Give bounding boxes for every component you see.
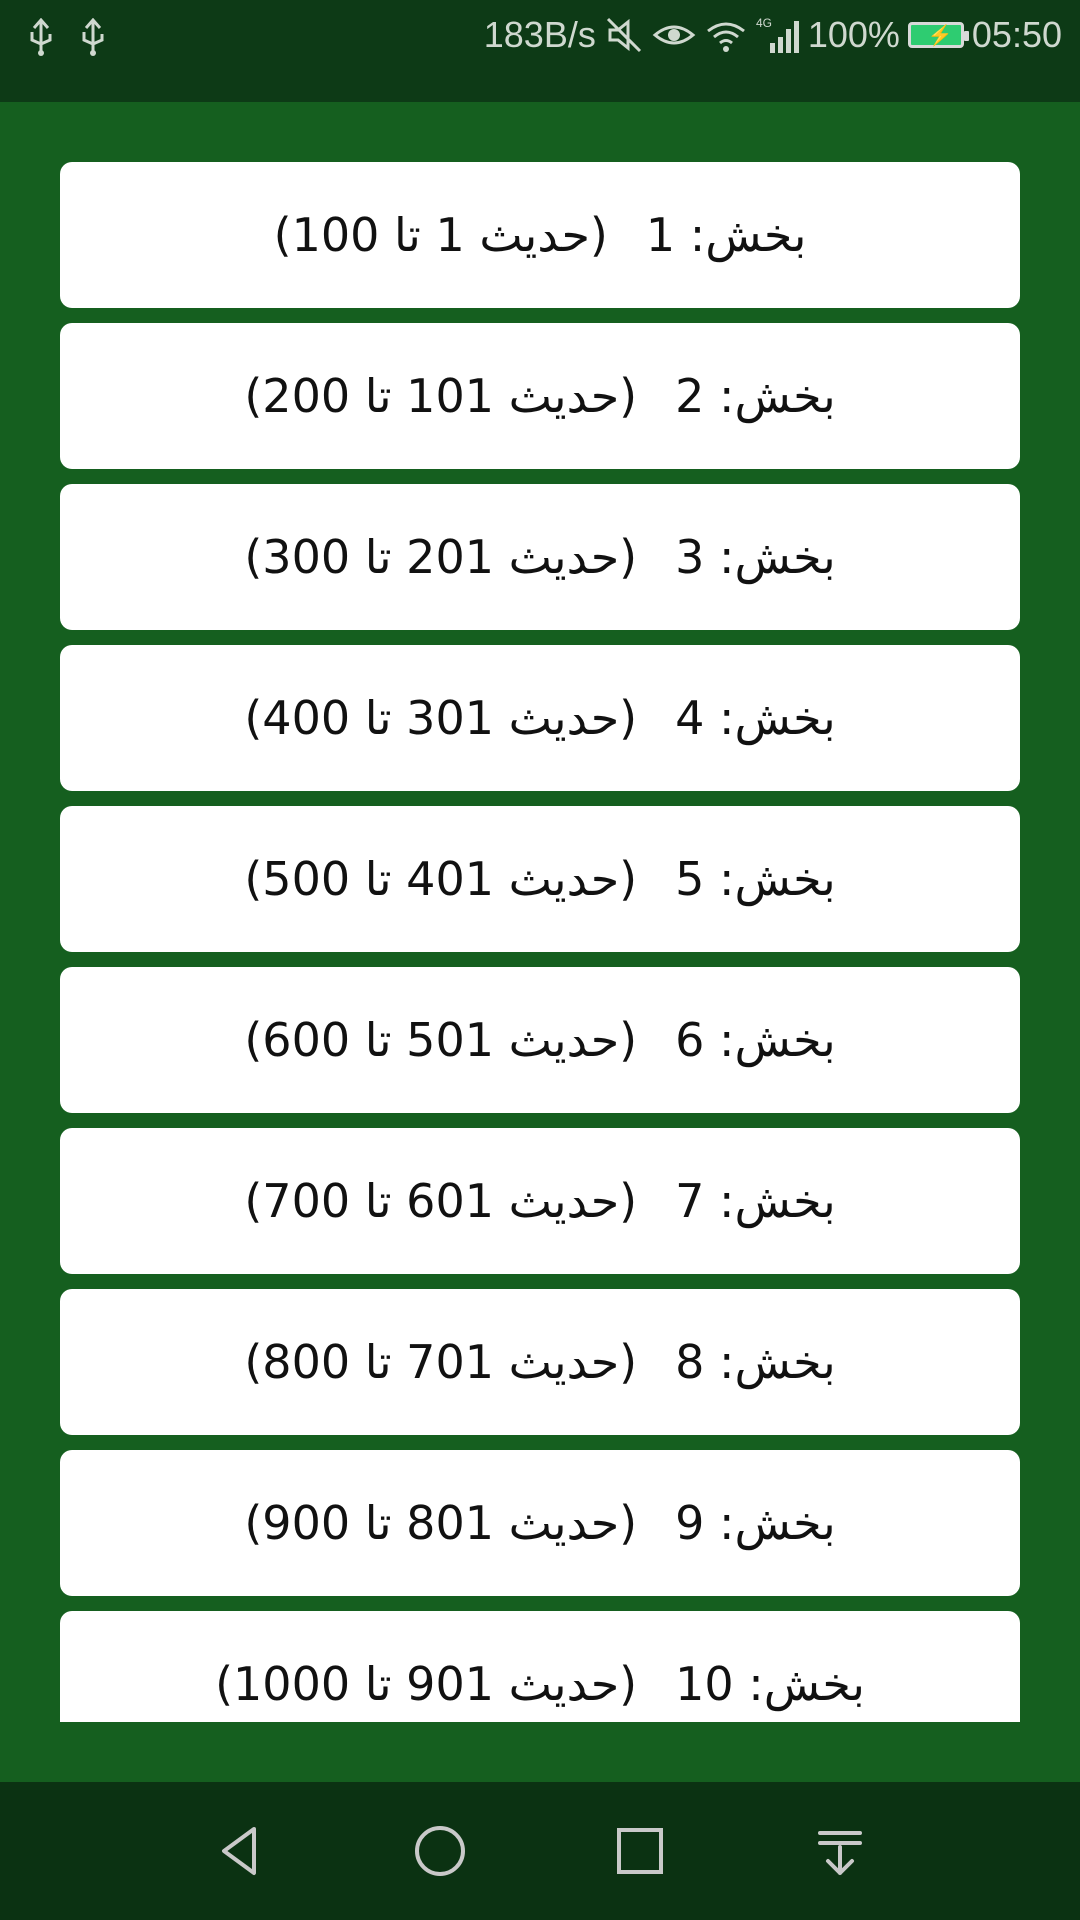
mute-icon [604, 15, 644, 55]
section-range: (حدیث 301 تا 400) [244, 691, 638, 745]
usb-icon [78, 18, 108, 58]
section-item-1[interactable]: بخش: 1 (حدیث 1 تا 100) [60, 162, 1020, 308]
section-label: بخش: 1 [645, 208, 807, 262]
section-item-9[interactable]: بخش: 9 (حدیث 801 تا 900) [60, 1450, 1020, 1596]
section-item-5[interactable]: بخش: 5 (حدیث 401 تا 500) [60, 806, 1020, 952]
battery-percent: 100% [807, 14, 900, 55]
section-range: (حدیث 901 تا 1000) [215, 1657, 638, 1711]
section-item-7[interactable]: بخش: 7 (حدیث 601 تا 700) [60, 1128, 1020, 1274]
section-label: بخش: 2 [675, 369, 836, 423]
back-icon[interactable] [200, 1811, 280, 1891]
section-range: (حدیث 701 تا 800) [244, 1335, 638, 1389]
recents-icon[interactable] [600, 1811, 680, 1891]
section-label: بخش: 5 [675, 852, 836, 906]
section-label: بخش: 6 [675, 1013, 836, 1067]
section-label: بخش: 9 [675, 1496, 836, 1550]
section-item-2[interactable]: بخش: 2 (حدیث 101 تا 200) [60, 323, 1020, 469]
network-speed: 183B/s [483, 14, 596, 55]
section-label: بخش: 10 [675, 1657, 865, 1711]
usb-icon [26, 18, 56, 58]
navigation-bar [0, 1782, 1080, 1920]
home-icon[interactable] [400, 1811, 480, 1891]
section-range: (حدیث 201 تا 300) [244, 530, 638, 584]
section-range: (حدیث 101 تا 200) [244, 369, 638, 423]
section-label: بخش: 3 [675, 530, 836, 584]
section-label: بخش: 4 [675, 691, 836, 745]
section-item-4[interactable]: بخش: 4 (حدیث 301 تا 400) [60, 645, 1020, 791]
section-label: بخش: 7 [675, 1174, 836, 1228]
section-range: (حدیث 601 تا 700) [244, 1174, 638, 1228]
section-range: (حدیث 1 تا 100) [273, 208, 608, 262]
clock: 05:50 [971, 14, 1062, 55]
section-range: (حدیث 801 تا 900) [244, 1496, 638, 1550]
network-type: 4G [756, 16, 772, 30]
status-right: 183B/s 4G 100% ⚡ 05:50 [484, 14, 1062, 56]
section-item-6[interactable]: بخش: 6 (حدیث 501 تا 600) [60, 967, 1020, 1113]
wifi-icon [704, 15, 748, 55]
notifications-down-icon[interactable] [800, 1811, 880, 1891]
section-range: (حدیث 501 تا 600) [244, 1013, 638, 1067]
sections-list[interactable]: بخش: 1 (حدیث 1 تا 100) بخش: 2 (حدیث 101 … [60, 162, 1020, 1722]
signal-icon: 4G [756, 15, 800, 55]
section-range: (حدیث 401 تا 500) [244, 852, 638, 906]
eye-icon [652, 15, 696, 55]
status-left [26, 18, 108, 58]
section-item-10[interactable]: بخش: 10 (حدیث 901 تا 1000) [60, 1611, 1020, 1722]
main-content: بخش: 1 (حدیث 1 تا 100) بخش: 2 (حدیث 101 … [0, 102, 1080, 1782]
section-item-3[interactable]: بخش: 3 (حدیث 201 تا 300) [60, 484, 1020, 630]
status-bar: 183B/s 4G 100% ⚡ 05:50 [0, 0, 1080, 102]
section-label: بخش: 8 [675, 1335, 836, 1389]
section-item-8[interactable]: بخش: 8 (حدیث 701 تا 800) [60, 1289, 1020, 1435]
battery-icon: ⚡ [907, 22, 969, 48]
